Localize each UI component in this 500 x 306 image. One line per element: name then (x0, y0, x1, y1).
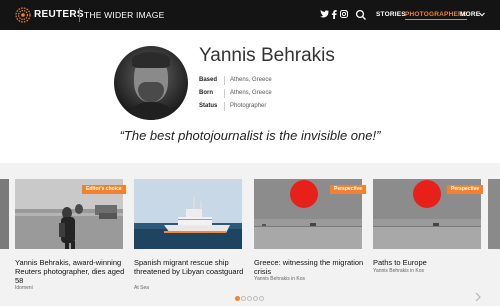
card-subtitle-2: At Sea (134, 285, 150, 291)
card-badge-4: Perspective (447, 185, 484, 194)
profile-value-based: Athens, Greece (230, 77, 272, 83)
card-image-2[interactable] (134, 179, 242, 249)
profile-value-born: Athens, Greece (230, 90, 272, 96)
card-badge-1: Editor's choice (82, 185, 126, 194)
search-icon[interactable] (355, 9, 367, 21)
card-subtitle-3: Yannis Behrakis in Kos (254, 276, 306, 282)
photographer-quote: “The best photojournalist is the invisib… (119, 128, 381, 143)
card-subtitle-1: Idomeni (15, 285, 33, 291)
facebook-icon[interactable] (331, 10, 337, 21)
nav-item-photographers[interactable]: PHOTOGRAPHERS (405, 11, 468, 20)
reuters-logo-icon[interactable] (15, 7, 31, 23)
top-navigation-bar: REUTERS THE WIDER IMAGE STORIES PHOTOGRA… (0, 0, 500, 30)
carousel-dot-4[interactable] (253, 296, 258, 301)
brand-divider (79, 8, 80, 22)
carousel-dot-5[interactable] (259, 296, 264, 301)
card-title-4[interactable]: Paths to Europe (373, 258, 488, 267)
photographer-avatar (114, 46, 188, 120)
profile-label-status: Status (199, 103, 218, 109)
chevron-down-icon[interactable] (479, 12, 485, 17)
card-title-3[interactable]: Greece: witnessing the migration crisis (254, 258, 369, 276)
profile-row-divider (224, 76, 225, 85)
nav-item-stories[interactable]: STORIES (376, 11, 406, 18)
card-title-2[interactable]: Spanish migrant rescue ship threatened b… (134, 258, 249, 276)
chevron-right-icon[interactable] (474, 292, 482, 302)
next-card-image[interactable] (488, 179, 500, 249)
card-subtitle-4: Yannis Behrakis in Kos (373, 268, 425, 274)
profile-value-status: Photographer (230, 103, 267, 109)
carousel-dot-3[interactable] (247, 296, 252, 301)
card-title-1[interactable]: Yannis Behrakis, award-winning Reuters p… (15, 258, 130, 285)
profile-label-based: Based (199, 77, 218, 83)
photographer-name: Yannis Behrakis (199, 45, 335, 66)
profile-row-divider (224, 89, 225, 98)
brand-subtitle[interactable]: THE WIDER IMAGE (84, 10, 164, 20)
brand-name[interactable]: REUTERS (34, 9, 84, 20)
carousel-pagination (235, 296, 265, 302)
profile-row-divider (224, 102, 225, 111)
profile-label-born: Born (199, 90, 213, 96)
previous-card-image[interactable] (0, 179, 9, 249)
carousel-dot-1[interactable] (235, 296, 240, 301)
instagram-icon[interactable] (340, 10, 348, 20)
twitter-icon[interactable] (320, 10, 329, 20)
nav-item-more[interactable]: MORE (460, 11, 480, 18)
carousel-dot-2[interactable] (241, 296, 246, 301)
card-badge-3: Perspective (330, 185, 367, 194)
